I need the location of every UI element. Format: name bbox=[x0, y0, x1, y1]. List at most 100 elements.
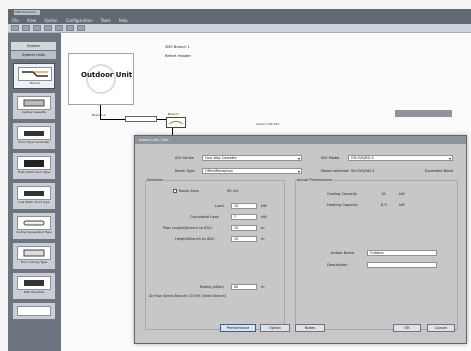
legend-bar bbox=[395, 110, 452, 117]
toolbar bbox=[8, 24, 471, 33]
calc-load-input[interactable]: 7 bbox=[231, 214, 257, 220]
sidebar-item-low-static-duct[interactable]: Low Static Duct Type bbox=[13, 183, 55, 209]
sidebar-subheader[interactable]: System Units bbox=[11, 51, 56, 59]
load-unit: kW bbox=[261, 204, 267, 208]
save-icon[interactable] bbox=[33, 25, 41, 31]
branch-a-label: Branch A bbox=[92, 113, 106, 117]
rating-unit: m bbox=[261, 285, 265, 289]
pipe-length-input[interactable]: 10 bbox=[231, 225, 257, 231]
cancel-button[interactable]: Cancel bbox=[427, 324, 455, 332]
sidebar-item-wall-mounted[interactable]: Wall Mounted bbox=[13, 273, 55, 299]
sidebar-item-label: Ceiling Suspended Type bbox=[16, 230, 52, 234]
ok-button[interactable]: OK bbox=[393, 324, 421, 332]
cooling-capacity-value: 16 bbox=[381, 192, 386, 196]
cooling-capacity-label: Cooling Capacity bbox=[327, 192, 358, 196]
floor-ceiling-icon bbox=[17, 246, 51, 260]
suspended-unit-icon bbox=[17, 216, 51, 230]
idu-model-label: IDU Model bbox=[321, 156, 340, 160]
description-label: Description bbox=[327, 263, 348, 267]
sidebar-item-branch[interactable]: Branch bbox=[13, 63, 55, 89]
branch-node[interactable] bbox=[125, 116, 157, 122]
branch-b-label: Branch bbox=[168, 112, 179, 116]
menu-file[interactable]: File bbox=[12, 18, 19, 23]
more-unit-icon bbox=[17, 306, 51, 316]
redo-icon[interactable] bbox=[66, 25, 74, 31]
print-icon[interactable] bbox=[44, 25, 52, 31]
selected-indoor-node[interactable] bbox=[166, 117, 186, 128]
menu-tools[interactable]: Tools bbox=[101, 18, 111, 23]
room-area-value: 90 m2 bbox=[227, 189, 239, 193]
airflow-label: Air Flow (Select Branch): (0.5/H) (Selec… bbox=[149, 294, 226, 298]
actual-performance-title: Actual Performance bbox=[297, 178, 333, 182]
sidebar-header[interactable]: System bbox=[11, 42, 56, 50]
exceeded-need-text: Exceeded Need bbox=[425, 169, 454, 173]
sidebar-item-label: High Static Duct Type bbox=[17, 170, 51, 174]
canvas-note: Indoor Unit Info bbox=[256, 122, 280, 126]
rating-label: Rating (kBtu) bbox=[200, 285, 224, 289]
room-area-checkbox[interactable] bbox=[173, 189, 177, 193]
heating-capacity-label: Heating Capacity bbox=[327, 203, 358, 207]
duct-icon bbox=[17, 156, 51, 170]
calc-load-label: Calculated Load bbox=[190, 215, 219, 219]
undo-icon[interactable] bbox=[55, 25, 63, 31]
window-title: SMS Selection bbox=[14, 10, 40, 15]
sidebar-item-more[interactable] bbox=[13, 303, 55, 319]
sidebar-item-floor-ceiling[interactable]: Floor Ceiling Type bbox=[13, 243, 55, 269]
menu-view[interactable]: View bbox=[27, 18, 37, 23]
wall-unit-icon bbox=[17, 276, 51, 290]
indoor-name-label: Indoor Name bbox=[331, 251, 355, 255]
cooling-capacity-unit: kW bbox=[399, 192, 405, 196]
idu-series-label: IDU Series bbox=[175, 156, 194, 160]
sidebar-item-ceiling-cassette[interactable]: Ceiling Cassette bbox=[13, 93, 55, 119]
sidebar-item-high-static-duct[interactable]: High Static Duct Type bbox=[13, 153, 55, 179]
dialog-title: Indoor Unit / Info bbox=[135, 136, 466, 144]
idu-series-select[interactable]: Four Way Cassette bbox=[202, 155, 302, 161]
load-input[interactable]: 10 bbox=[231, 203, 257, 209]
sidebar-item-label: Branch bbox=[29, 81, 41, 85]
menu-configuration[interactable]: Configuration bbox=[66, 18, 93, 23]
idu-model-select[interactable]: GH-0VS/RD-3 bbox=[348, 155, 453, 161]
menubar: File View Option Configuration Tools Hel… bbox=[8, 16, 471, 24]
room-type-label: Room Type bbox=[175, 169, 195, 173]
indoor-unit-dialog: Indoor Unit / Info IDU Series Four Way C… bbox=[134, 135, 467, 344]
menu-help[interactable]: Help bbox=[119, 18, 128, 23]
menu-option[interactable]: Option bbox=[44, 18, 57, 23]
calc-load-unit: kW bbox=[261, 215, 267, 219]
selection-group-title: Selection bbox=[147, 178, 164, 182]
pipe-length-label: Pipe Length(Branch to IDU) bbox=[163, 226, 212, 230]
canvas-top-label: SMS Branch 1 bbox=[165, 45, 190, 49]
sidebar-item-ceiling-suspended[interactable]: Ceiling Suspended Type bbox=[13, 213, 55, 239]
new-icon[interactable] bbox=[11, 25, 19, 31]
indoor-name-input[interactable]: Outdoor bbox=[367, 250, 437, 256]
room-type-select[interactable]: Office/Reception bbox=[202, 168, 302, 174]
canvas-top-label-2: Refnet Header bbox=[165, 54, 191, 58]
load-label: Load bbox=[215, 204, 224, 208]
open-icon[interactable] bbox=[22, 25, 30, 31]
performance-button[interactable]: Performance bbox=[220, 324, 256, 332]
rating-input[interactable]: 60 bbox=[231, 284, 257, 290]
pipe-length-unit: m bbox=[261, 226, 265, 230]
notes-button[interactable]: Notes bbox=[295, 324, 325, 332]
heating-capacity-value: 8.9 bbox=[381, 203, 387, 207]
heating-capacity-unit: kW bbox=[399, 203, 405, 207]
outdoor-unit-node[interactable]: Outdoor Unit bbox=[68, 53, 134, 105]
branch-icon bbox=[18, 67, 52, 81]
floor-unit-icon bbox=[17, 126, 51, 140]
sidebar-item-label: Floor Type Controller bbox=[18, 140, 50, 144]
component-sidebar: System System Units Branch Ceiling Casse… bbox=[8, 33, 61, 351]
window-titlebar: SMS Selection bbox=[8, 9, 471, 16]
zoom-icon[interactable] bbox=[77, 25, 85, 31]
outdoor-unit-label: Outdoor Unit bbox=[81, 71, 133, 79]
height-label: Height(Branch to IDU) bbox=[175, 237, 215, 241]
room-area-label: Room Area bbox=[179, 189, 199, 193]
sidebar-item-floor-type[interactable]: Floor Type Controller bbox=[13, 123, 55, 149]
model-selected-text: Model selected: GH-0VS/RD-3 bbox=[321, 169, 375, 173]
sidebar-item-label: Low Static Duct Type bbox=[18, 200, 50, 204]
sidebar-item-label: Floor Ceiling Type bbox=[20, 260, 48, 264]
option-button[interactable]: Option bbox=[260, 324, 290, 332]
cassette-icon bbox=[17, 96, 51, 110]
height-unit: m bbox=[261, 237, 265, 241]
height-input[interactable]: 10 bbox=[231, 236, 257, 242]
description-input[interactable] bbox=[367, 262, 437, 268]
indoor-unit-icon bbox=[168, 121, 184, 125]
